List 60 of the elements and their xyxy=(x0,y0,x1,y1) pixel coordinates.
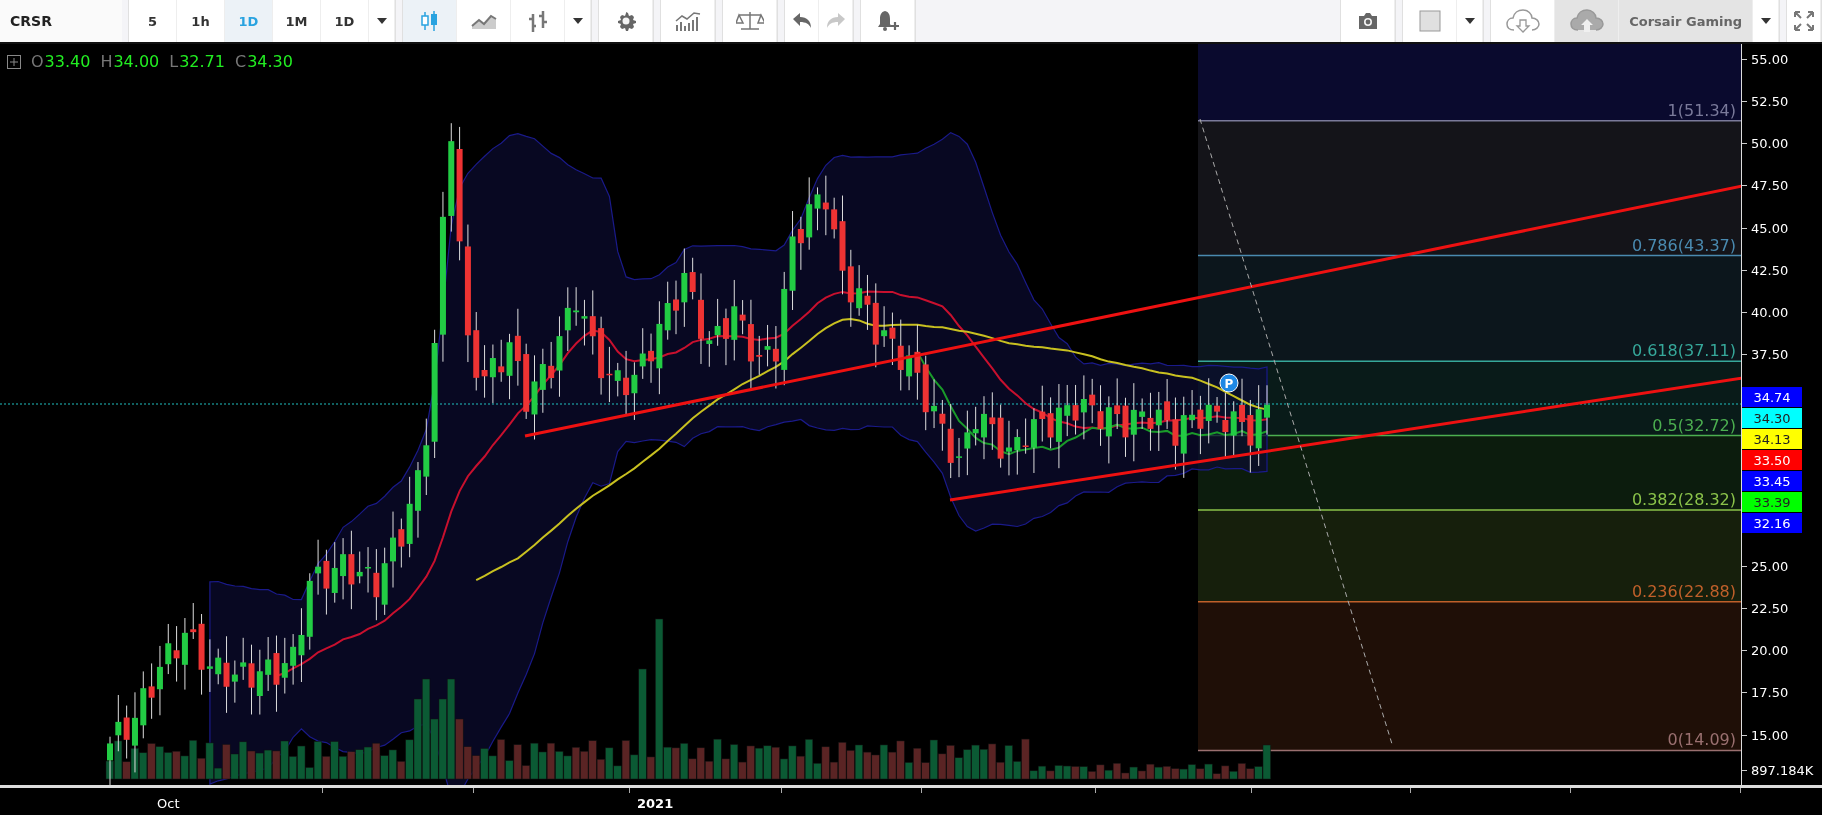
price-tick-label: 25.00 xyxy=(1751,558,1789,574)
price-label: 33.50 xyxy=(1742,450,1802,470)
price-tick-label: 50.00 xyxy=(1751,136,1789,151)
price-tick-label: 17.50 xyxy=(1751,685,1789,701)
price-label: 34.74 xyxy=(1742,387,1802,407)
fibonacci-level-label: 1(51.34) xyxy=(1667,100,1736,120)
ohlc-label: L xyxy=(169,52,179,71)
redo-icon xyxy=(825,13,846,29)
fibonacci-level-label: 0.618(37.11) xyxy=(1631,341,1736,361)
ohlc-label: H xyxy=(100,52,113,71)
cloud-upload-button[interactable] xyxy=(1555,0,1620,42)
indicators-icon xyxy=(673,11,702,31)
price-tick-label: 37.50 xyxy=(1751,347,1789,363)
price-label: 33.39 xyxy=(1742,492,1802,512)
ohlc-value: 34.00 xyxy=(113,52,160,71)
balance-scale-icon xyxy=(735,11,764,31)
price-tick-label: 15.00 xyxy=(1751,727,1789,743)
layout-name-button[interactable]: Corsair Gaming xyxy=(1619,0,1753,42)
price-tick-label: 42.50 xyxy=(1751,262,1789,278)
symbol-field[interactable]: CRSR xyxy=(0,0,122,42)
cloud-upload-icon xyxy=(1569,9,1604,33)
area-chart-icon xyxy=(470,12,497,30)
fibonacci-level-label: 0(14.09) xyxy=(1667,730,1736,750)
time-tick-label: 2021 xyxy=(637,796,674,811)
ohlc-value: 32.71 xyxy=(179,52,225,71)
color-swatch-icon xyxy=(1418,10,1441,32)
caret-icon xyxy=(376,18,387,24)
expand-icon[interactable] xyxy=(7,54,21,69)
price-tick-label: 55.00 xyxy=(1751,51,1789,67)
caret-icon xyxy=(1760,18,1771,24)
price-label: 34.13 xyxy=(1742,429,1802,449)
fibonacci-level-label: 0.382(28.32) xyxy=(1631,489,1736,509)
price-label: 34.30 xyxy=(1742,408,1802,428)
price-tick-label: 20.00 xyxy=(1751,643,1789,658)
fibonacci-level-label: 0.786(43.37) xyxy=(1631,235,1736,255)
camera-icon xyxy=(1356,12,1379,30)
fullscreen-icon xyxy=(1793,11,1814,31)
price-label: 32.16 xyxy=(1742,513,1802,533)
caret-icon xyxy=(572,18,583,24)
cloud-download-icon xyxy=(1505,9,1540,33)
event-marker[interactable]: P xyxy=(1219,373,1239,393)
bell-plus-icon xyxy=(875,10,900,32)
time-tick-label: Oct xyxy=(157,796,180,811)
price-tick-label: 22.50 xyxy=(1751,600,1789,616)
price-tick-label: 40.00 xyxy=(1751,305,1789,320)
volume-scale-label: 897.184K xyxy=(1751,762,1814,778)
candlestick-style-button[interactable] xyxy=(403,0,457,42)
ohlc-label: O xyxy=(31,52,44,71)
price-tick-label: 45.00 xyxy=(1751,220,1789,236)
ohlc-value: 34.30 xyxy=(247,52,293,71)
price-tick-label: 47.50 xyxy=(1751,178,1789,194)
fibonacci-level-label: 0.236(22.88) xyxy=(1631,581,1736,601)
ohlc-value: 33.40 xyxy=(44,52,91,71)
ohlc-label: C xyxy=(235,52,247,71)
fibonacci-level-label: 0.5(32.72) xyxy=(1652,415,1736,435)
undo-icon xyxy=(791,13,812,29)
price-label: 33.45 xyxy=(1742,471,1802,491)
caret-icon xyxy=(1464,18,1475,24)
bar-chart-icon xyxy=(526,10,549,32)
price-tick-label: 52.50 xyxy=(1751,93,1789,109)
